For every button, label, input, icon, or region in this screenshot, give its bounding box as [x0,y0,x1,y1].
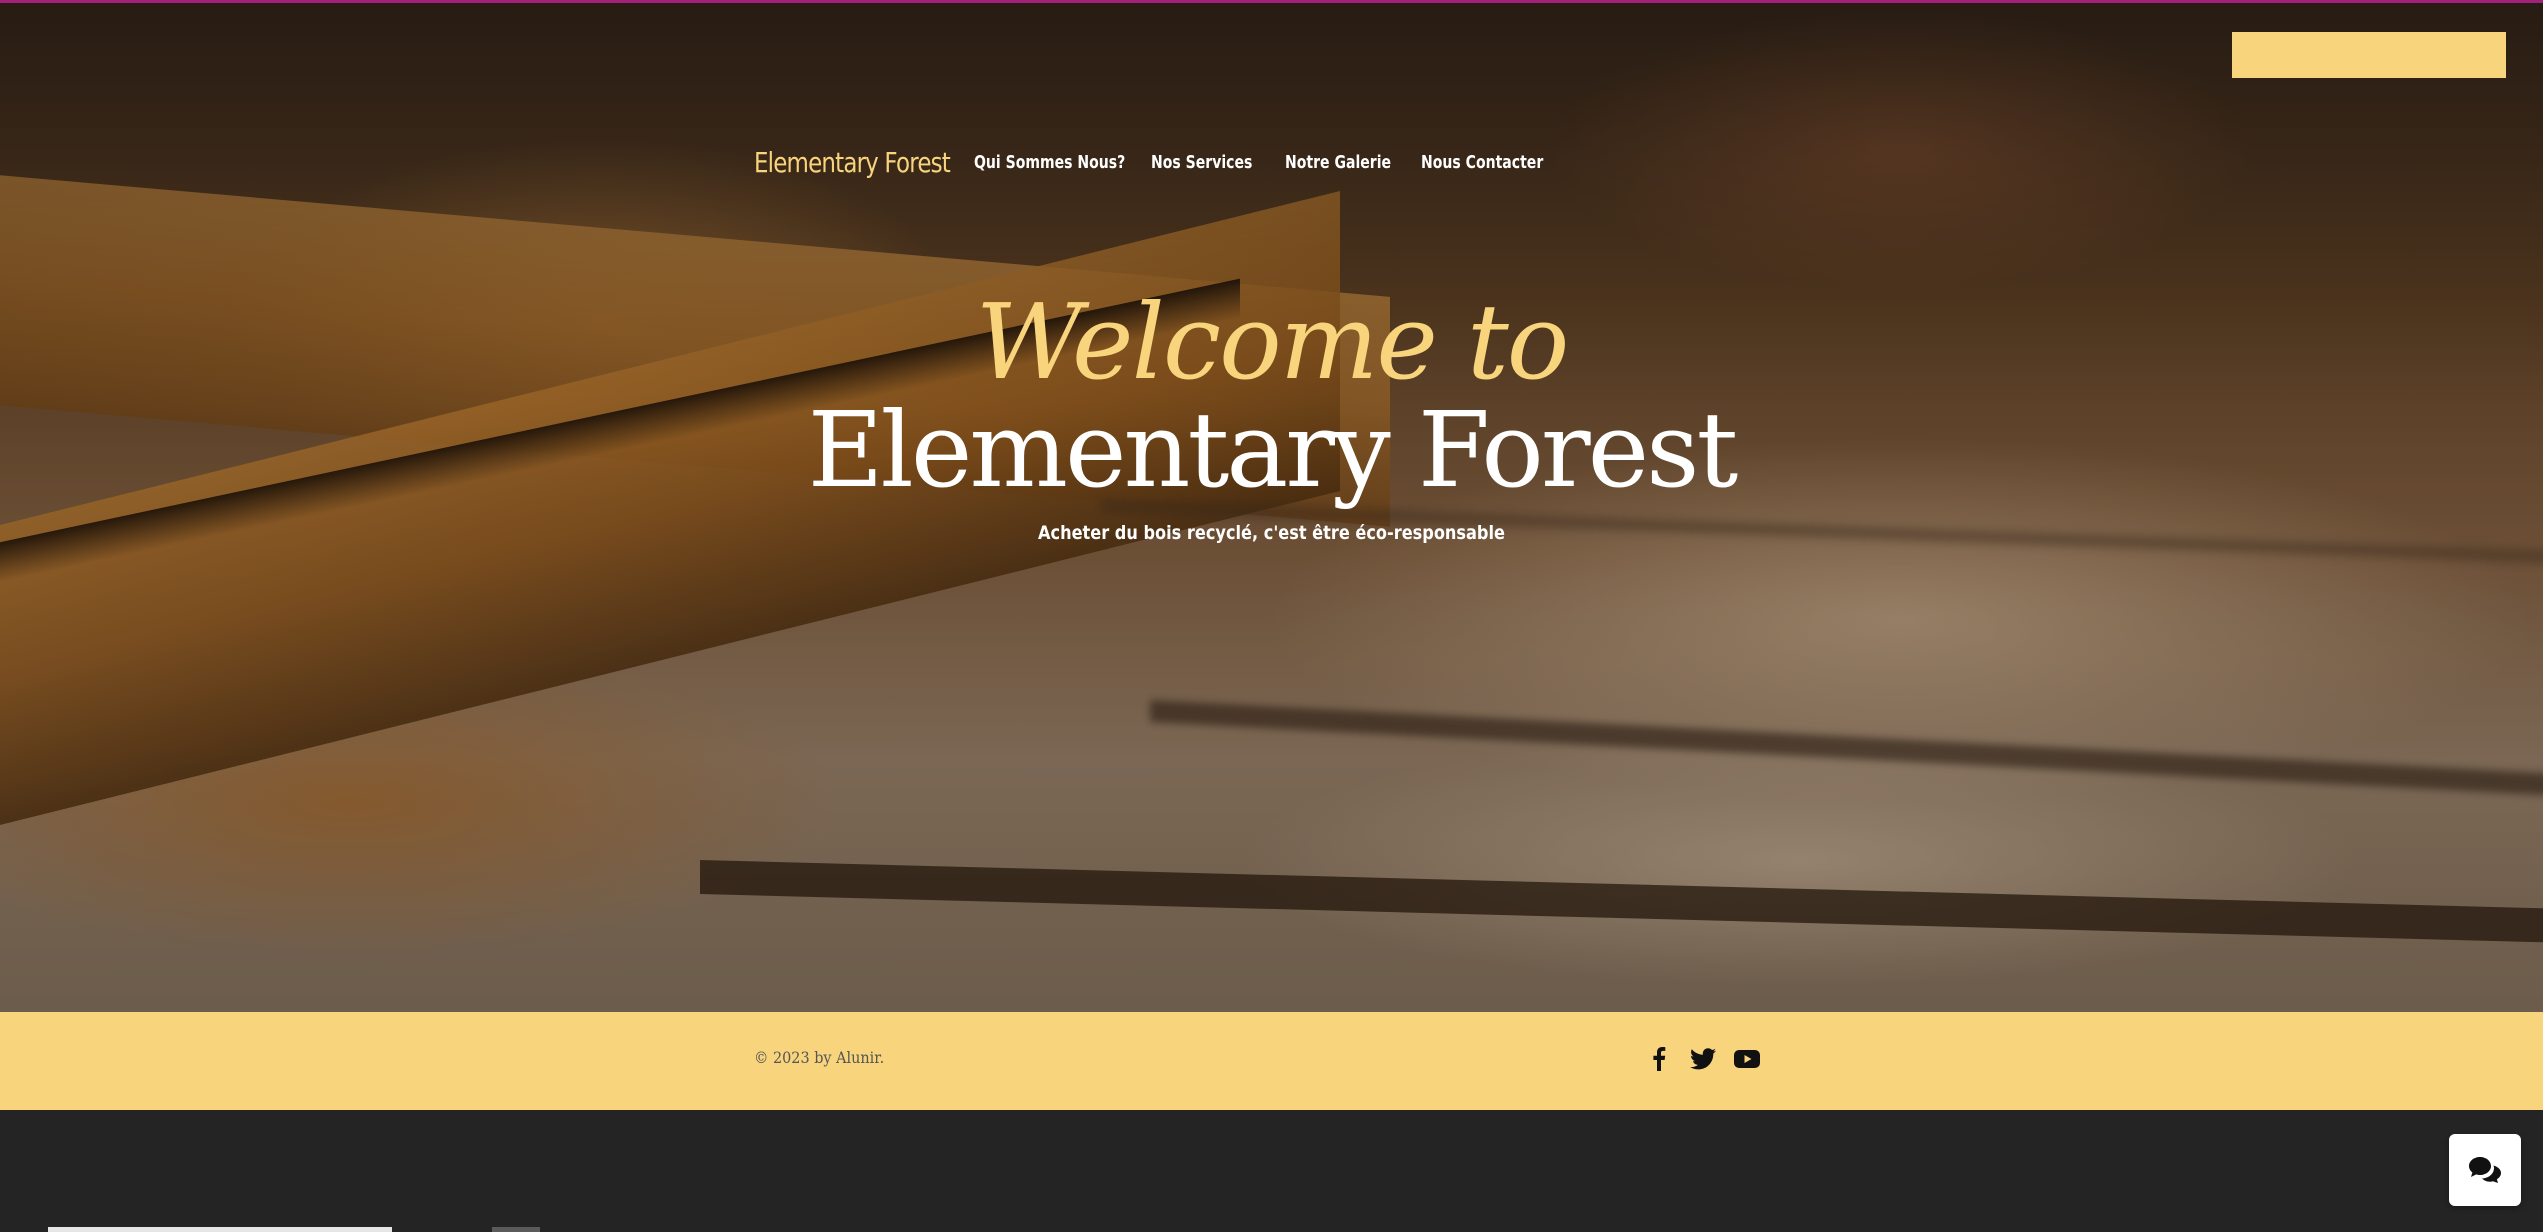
bottom-dark-area [0,1110,2543,1232]
nav-item-qui-sommes-nous[interactable]: Qui Sommes Nous? [974,152,1125,173]
hero-title: Elementary Forest [807,389,1739,511]
nav-item-nous-contacter[interactable]: Nous Contacter [1421,152,1543,173]
scroll-indicator [48,1227,392,1232]
hero-welcome: Welcome to [975,281,1570,403]
footer: © 2023 by Alunir. [0,1012,2543,1110]
site-brand-link[interactable]: Elementary Forest [754,146,951,179]
nav-menu: Qui Sommes Nous? Nos Services Notre Gale… [974,152,1561,173]
chat-icon [2469,1157,2501,1183]
scroll-indicator-secondary [492,1227,540,1232]
main-nav: Elementary Forest Qui Sommes Nous? Nos S… [754,142,1561,182]
hero-subtitle: Acheter du bois recyclé, c'est être éco-… [1038,522,1505,544]
copyright-text: © 2023 by Alunir. [754,1048,885,1067]
top-border [0,0,2543,3]
youtube-icon[interactable] [1734,1046,1760,1072]
social-links [1646,1046,1760,1072]
header-accent-bar [2232,32,2506,78]
nav-item-notre-galerie[interactable]: Notre Galerie [1285,152,1391,173]
nav-item-nos-services[interactable]: Nos Services [1151,152,1256,173]
facebook-icon[interactable] [1646,1046,1672,1072]
twitter-icon[interactable] [1690,1046,1716,1072]
chat-button[interactable] [2449,1134,2521,1206]
